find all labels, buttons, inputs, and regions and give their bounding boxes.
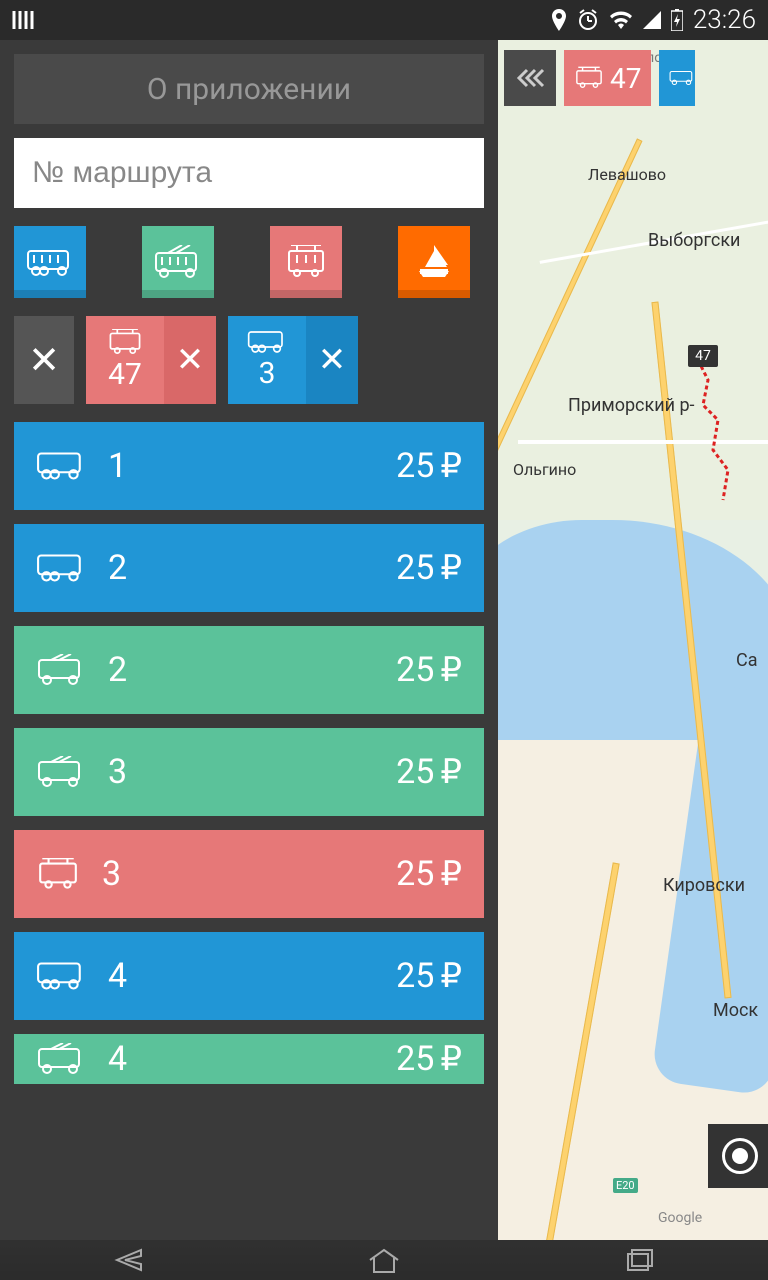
route-number: 2 (108, 548, 396, 588)
tram-icon (285, 245, 327, 279)
route-marker[interactable]: 47 (688, 345, 718, 367)
map-back-button[interactable] (504, 50, 556, 106)
transport-filter-row (14, 226, 484, 298)
close-icon: ✕ (176, 340, 205, 380)
map-canvas[interactable]: 47 Сертолово Левашово Выборгски Приморск… (498, 40, 768, 1240)
chip-number: 47 (108, 357, 142, 392)
map-label: Кировски (663, 875, 745, 896)
boat-icon (415, 243, 453, 281)
nav-recent-button[interactable] (600, 1247, 680, 1273)
chevrons-left-icon (515, 68, 545, 88)
clear-all-chip[interactable]: ✕ (14, 316, 74, 404)
route-list[interactable]: 1 25₽ 2 25₽ 2 25₽ 3 25₽ (14, 422, 484, 1226)
map-view[interactable]: 47 Сертолово Левашово Выборгски Приморск… (498, 40, 768, 1240)
recent-icon (625, 1247, 655, 1273)
status-bar: 23:26 (0, 0, 768, 40)
sidebar-panel: О приложении ✕ (0, 40, 498, 1240)
route-price: 25₽ (396, 446, 462, 486)
road-shield: E20 (613, 1178, 638, 1193)
route-item[interactable]: 2 25₽ (14, 626, 484, 714)
nav-back-button[interactable] (88, 1246, 168, 1274)
route-item[interactable]: 2 25₽ (14, 524, 484, 612)
map-header-overlay: 47 (504, 50, 768, 106)
target-icon (722, 1138, 758, 1174)
map-chip-number: 47 (610, 62, 641, 95)
map-attribution: Google (658, 1210, 702, 1226)
bus-icon (247, 330, 287, 354)
chip-number: 3 (259, 356, 276, 391)
status-time: 23:26 (693, 5, 756, 35)
route-item[interactable]: 3 25₽ (14, 728, 484, 816)
route-number: 1 (108, 446, 396, 486)
locate-me-button[interactable] (708, 1124, 768, 1188)
route-item[interactable]: 3 25₽ (14, 830, 484, 918)
map-label: Приморский р- (568, 395, 695, 416)
filter-trolleybus-button[interactable] (142, 226, 214, 298)
trolleybus-icon (36, 654, 86, 686)
route-price: 25₽ (396, 956, 462, 996)
trolleybus-icon (36, 756, 86, 788)
selected-chip-tram-47[interactable]: 47 ✕ (86, 316, 216, 404)
nav-home-button[interactable] (344, 1246, 424, 1274)
map-secondary-chip[interactable] (659, 50, 695, 106)
route-price: 25₽ (396, 650, 462, 690)
route-number: 3 (102, 854, 396, 894)
home-icon (366, 1246, 402, 1274)
selected-routes-row: ✕ 47 ✕ 3 ✕ (14, 316, 484, 404)
trolleybus-icon (154, 245, 202, 279)
map-label: Левашово (588, 165, 666, 184)
tram-icon (574, 66, 604, 90)
about-button[interactable]: О приложении (14, 54, 484, 124)
map-label: Моск (713, 1000, 758, 1021)
menu-lines-icon (12, 9, 38, 31)
tram-icon (36, 858, 80, 890)
close-icon: ✕ (318, 340, 347, 380)
route-number: 4 (108, 1039, 396, 1079)
route-price: 25₽ (396, 752, 462, 792)
selected-chip-bus-3[interactable]: 3 ✕ (228, 316, 358, 404)
battery-charging-icon (671, 9, 683, 31)
route-price: 25₽ (396, 548, 462, 588)
bus-icon (36, 961, 86, 991)
route-item[interactable]: 1 25₽ (14, 422, 484, 510)
back-icon (111, 1246, 145, 1274)
bus-icon (36, 451, 86, 481)
map-active-chip[interactable]: 47 (564, 50, 651, 106)
route-item[interactable]: 4 25₽ (14, 932, 484, 1020)
alarm-icon (577, 9, 599, 31)
bus-icon (36, 553, 86, 583)
bus-icon (26, 247, 74, 277)
route-polyline (498, 40, 768, 1240)
route-price: 25₽ (396, 854, 462, 894)
filter-boat-button[interactable] (398, 226, 470, 298)
route-item[interactable]: 4 25₽ (14, 1034, 484, 1084)
bus-icon (669, 68, 695, 88)
android-nav-bar (0, 1240, 768, 1280)
location-pin-icon (551, 9, 567, 31)
close-icon: ✕ (28, 338, 60, 383)
trolleybus-icon (36, 1043, 86, 1075)
chip-remove-button[interactable]: ✕ (164, 316, 216, 404)
map-label: Са (736, 650, 758, 671)
route-price: 25₽ (396, 1039, 462, 1079)
tram-icon (107, 329, 143, 355)
route-search-input[interactable] (14, 138, 484, 208)
filter-tram-button[interactable] (270, 226, 342, 298)
map-label: Выборгски (648, 230, 740, 251)
route-number: 2 (108, 650, 396, 690)
route-number: 4 (108, 956, 396, 996)
map-label: Ольгино (513, 460, 576, 479)
chip-remove-button[interactable]: ✕ (306, 316, 358, 404)
route-number: 3 (108, 752, 396, 792)
filter-bus-button[interactable] (14, 226, 86, 298)
wifi-icon (609, 11, 633, 29)
signal-icon (643, 11, 661, 29)
